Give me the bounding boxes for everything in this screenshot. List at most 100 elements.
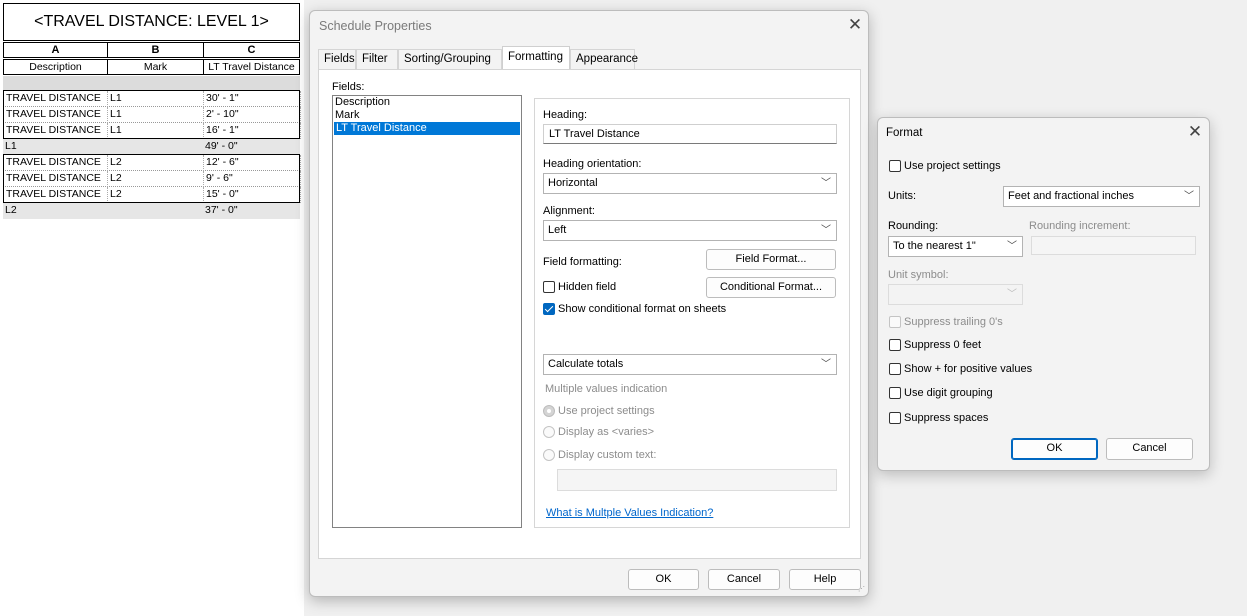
column-letter-b[interactable]: B: [107, 42, 204, 58]
table-cell[interactable]: 49' - 0": [203, 139, 300, 155]
table-row[interactable]: TRAVEL DISTANCE L2 9' - 6": [3, 171, 301, 187]
schedule-properties-dialog: Schedule Properties ✕ Fields Filter Sort…: [309, 10, 869, 597]
table-row[interactable]: TRAVEL DISTANCE L2 12' - 6": [3, 155, 301, 171]
total-row[interactable]: L1 49' - 0": [3, 139, 300, 155]
heading-orientation-select[interactable]: Horizontal ﹀: [543, 173, 837, 194]
hidden-field-checkbox[interactable]: Hidden field: [543, 281, 616, 293]
table-cell[interactable]: L2: [108, 171, 204, 187]
checkbox-box[interactable]: [889, 412, 901, 424]
table-cell[interactable]: L2: [3, 203, 107, 219]
heading-input[interactable]: LT Travel Distance: [543, 124, 837, 144]
suppress-spaces-checkbox[interactable]: Suppress spaces: [889, 412, 988, 424]
column-header-lt-travel-distance[interactable]: LT Travel Distance: [203, 59, 300, 75]
ok-button[interactable]: OK: [1011, 438, 1098, 460]
list-item[interactable]: Mark: [333, 109, 521, 122]
checkbox-box[interactable]: [543, 281, 555, 293]
rounding-label: Rounding:: [888, 220, 939, 232]
tab-filter[interactable]: Filter: [356, 49, 398, 69]
field-formatting-label: Field formatting:: [543, 256, 622, 268]
table-cell[interactable]: TRAVEL DISTANCE: [4, 155, 108, 171]
radio-custom-text[interactable]: Display custom text:: [543, 449, 656, 461]
ok-button[interactable]: OK: [628, 569, 699, 590]
multiple-values-label: Multiple values indication: [545, 383, 668, 395]
table-cell[interactable]: L2: [108, 155, 204, 171]
table-cell[interactable]: L1: [108, 91, 204, 107]
table-row[interactable]: TRAVEL DISTANCE L1 30' - 1": [3, 91, 301, 107]
help-button[interactable]: Help: [789, 569, 861, 590]
digit-grouping-label: Use digit grouping: [904, 387, 993, 399]
units-select[interactable]: Feet and fractional inches ﹀: [1003, 186, 1200, 207]
suppress-zero-feet-checkbox[interactable]: Suppress 0 feet: [889, 339, 981, 351]
checkmark-icon[interactable]: [543, 303, 555, 315]
close-icon[interactable]: ✕: [846, 16, 864, 34]
unit-symbol-label: Unit symbol:: [888, 269, 949, 281]
table-cell[interactable]: TRAVEL DISTANCE: [4, 171, 108, 187]
table-cell[interactable]: 2' - 10": [204, 107, 301, 123]
field-format-button[interactable]: Field Format...: [706, 249, 836, 270]
table-row[interactable]: TRAVEL DISTANCE L1 16' - 1": [3, 123, 301, 139]
show-plus-checkbox[interactable]: Show + for positive values: [889, 363, 1032, 375]
checkbox-box[interactable]: [889, 363, 901, 375]
suppress-trailing-zeros-checkbox[interactable]: Suppress trailing 0's: [889, 316, 1003, 328]
checkbox-box[interactable]: [889, 339, 901, 351]
column-header-mark[interactable]: Mark: [107, 59, 204, 75]
table-cell[interactable]: TRAVEL DISTANCE: [4, 123, 108, 139]
table-cell[interactable]: 37' - 0": [203, 203, 300, 219]
table-cell[interactable]: TRAVEL DISTANCE: [4, 107, 108, 123]
multiple-values-help-link[interactable]: What is Multple Values Indication?: [546, 507, 713, 519]
table-cell[interactable]: L1: [3, 139, 107, 155]
table-row[interactable]: TRAVEL DISTANCE L2 15' - 0": [3, 187, 301, 203]
radio-dot[interactable]: [543, 426, 555, 438]
rounding-select[interactable]: To the nearest 1" ﹀: [888, 236, 1023, 257]
fields-list[interactable]: Description Mark LT Travel Distance: [332, 95, 522, 528]
radio-dot[interactable]: [543, 405, 555, 417]
table-cell[interactable]: L1: [108, 123, 204, 139]
calculate-select[interactable]: Calculate totals ﹀: [543, 354, 837, 375]
table-cell[interactable]: L1: [108, 107, 204, 123]
list-item-selected[interactable]: LT Travel Distance: [334, 122, 520, 135]
column-header-description[interactable]: Description: [3, 59, 108, 75]
radio-use-project-settings[interactable]: Use project settings: [543, 405, 655, 417]
table-cell[interactable]: [107, 203, 203, 219]
checkbox-box[interactable]: [889, 160, 901, 172]
table-cell[interactable]: 30' - 1": [204, 91, 301, 107]
column-letter-c[interactable]: C: [203, 42, 300, 58]
format-dialog: Format ✕ Use project settings Units: Fee…: [877, 117, 1210, 471]
tab-appearance[interactable]: Appearance: [570, 49, 638, 69]
tab-formatting[interactable]: Formatting: [502, 46, 570, 69]
table-cell[interactable]: TRAVEL DISTANCE: [4, 187, 108, 203]
alignment-select[interactable]: Left ﹀: [543, 220, 837, 241]
checkbox-box[interactable]: [889, 387, 901, 399]
list-item[interactable]: Description: [333, 96, 521, 109]
table-cell[interactable]: L2: [108, 187, 204, 203]
total-row[interactable]: L2 37' - 0": [3, 203, 300, 219]
cancel-button[interactable]: Cancel: [1106, 438, 1193, 460]
radio-display-varies[interactable]: Display as <varies>: [543, 426, 654, 438]
custom-text-input[interactable]: [557, 469, 837, 491]
schedule-title[interactable]: <TRAVEL DISTANCE: LEVEL 1>: [3, 3, 300, 41]
table-cell[interactable]: 12' - 6": [204, 155, 301, 171]
use-project-settings-label: Use project settings: [904, 160, 1001, 172]
table-cell[interactable]: TRAVEL DISTANCE: [4, 91, 108, 107]
checkbox-box[interactable]: [889, 316, 901, 328]
table-cell[interactable]: [107, 139, 203, 155]
chevron-down-icon: ﹀: [1007, 289, 1017, 300]
show-conditional-format-checkbox[interactable]: Show conditional format on sheets: [543, 303, 726, 315]
tab-fields[interactable]: Fields: [318, 49, 356, 69]
table-cell[interactable]: 9' - 6": [204, 171, 301, 187]
column-letter-a[interactable]: A: [3, 42, 108, 58]
tab-sorting-grouping[interactable]: Sorting/Grouping: [398, 49, 502, 69]
close-icon[interactable]: ✕: [1186, 123, 1204, 141]
radio-display-varies-label: Display as <varies>: [558, 426, 654, 438]
conditional-format-button[interactable]: Conditional Format...: [706, 277, 836, 298]
use-project-settings-checkbox[interactable]: Use project settings: [889, 160, 1001, 172]
digit-grouping-checkbox[interactable]: Use digit grouping: [889, 387, 993, 399]
radio-dot[interactable]: [543, 449, 555, 461]
table-cell[interactable]: 16' - 1": [204, 123, 301, 139]
table-row[interactable]: TRAVEL DISTANCE L1 2' - 10": [3, 107, 301, 123]
cancel-button[interactable]: Cancel: [708, 569, 780, 590]
resize-grip-icon[interactable]: ⋰: [858, 586, 866, 594]
table-cell[interactable]: 15' - 0": [204, 187, 301, 203]
unit-symbol-select[interactable]: ﹀: [888, 284, 1023, 305]
rounding-increment-input[interactable]: [1031, 236, 1196, 255]
